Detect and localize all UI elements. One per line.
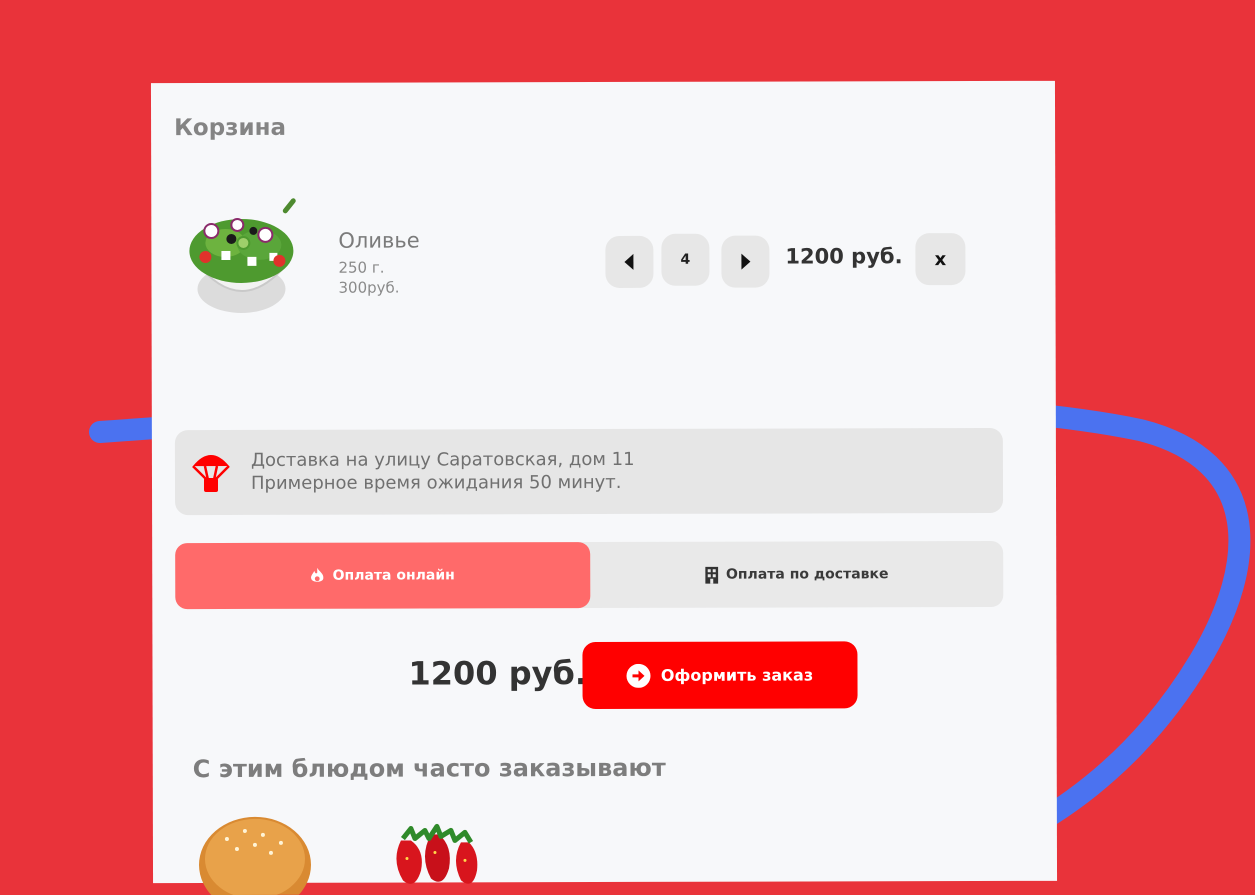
arrow-circle-right-icon: [626, 663, 651, 688]
pay-online-option[interactable]: Оплата онлайн: [175, 542, 591, 610]
burger-image[interactable]: [197, 815, 312, 895]
flame-icon: [311, 567, 324, 582]
checkout-label: Оформить заказ: [660, 665, 814, 685]
item-name: Оливье: [338, 228, 420, 253]
pay-on-delivery-label: Оплата по доставке: [725, 566, 889, 583]
recommendations-title: С этим блюдом часто заказывают: [192, 753, 666, 784]
caret-right-icon: [741, 253, 751, 270]
delivery-address: Доставка на улицу Саратовская, дом 11: [250, 448, 635, 471]
cart-item: Оливье 250 г. 300руб. 4 1200 руб. x: [151, 81, 1055, 313]
remove-label: x: [934, 248, 947, 270]
page-title: Корзина: [174, 114, 287, 142]
order-total: 1200 руб.: [408, 654, 588, 693]
item-weight: 250 г.: [338, 258, 385, 277]
building-icon: [704, 566, 718, 584]
quantity-value: 4: [680, 251, 691, 268]
remove-item-button[interactable]: x: [915, 233, 966, 286]
increase-quantity-button[interactable]: [721, 235, 770, 288]
quantity-display: 4: [661, 233, 710, 286]
pay-online-label: Оплата онлайн: [332, 567, 455, 584]
checkout-button[interactable]: Оформить заказ: [582, 641, 858, 710]
item-unit-price: 300руб.: [338, 278, 400, 297]
delivery-eta: Примерное время ожидания 50 минут.: [250, 471, 622, 494]
payment-toggle: Оплата онлайн Оплата по доставке: [175, 540, 1004, 610]
decrease-quantity-button[interactable]: [605, 235, 654, 288]
cart-panel: Корзина Оливье 250 г. 300руб. 4 1200 руб…: [150, 80, 1058, 895]
pay-on-delivery-option[interactable]: Оплата по доставке: [590, 541, 1003, 608]
delivery-info: Доставка на улицу Саратовская, дом 11 Пр…: [174, 427, 1004, 516]
salad-image: [189, 198, 296, 313]
strawberries-image[interactable]: [381, 820, 481, 890]
caret-left-icon: [624, 253, 634, 270]
item-line-total: 1200 руб.: [785, 244, 903, 269]
parachute-icon: [192, 455, 230, 493]
